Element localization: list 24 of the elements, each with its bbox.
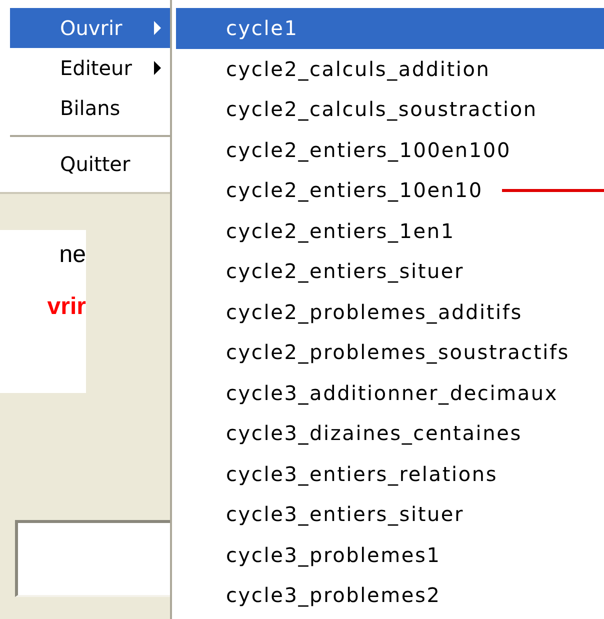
submenu-item[interactable]: cycle2_entiers_100en100 [176, 130, 604, 170]
submenu-item[interactable]: cycle2_problemes_additifs [176, 292, 604, 332]
submenu-item[interactable]: cycle3_problemes2 [176, 575, 604, 616]
input-field[interactable] [15, 520, 170, 597]
submenu-item[interactable]: cycle3_additionner_decimaux [176, 372, 604, 413]
panel-text: vrir [47, 292, 86, 322]
submenu-item[interactable]: cycle3_entiers_situer [176, 494, 604, 534]
submenu-item[interactable]: cycle3_dizaines_centaines [176, 413, 604, 454]
submenu-item[interactable]: cycle3_problemes1 [176, 534, 604, 575]
submenu-item[interactable]: cycle2_entiers_10en10 [176, 170, 604, 210]
submenu-item[interactable]: cycle1 [176, 8, 604, 48]
submenu-item[interactable]: cycle2_problemes_soustractifs [176, 332, 604, 372]
submenu-arrow-icon [153, 61, 162, 75]
panel-text: ne [59, 240, 86, 270]
submenu-item[interactable]: cycle3_entiers_relations [176, 454, 604, 494]
submenu-arrow-icon [153, 21, 162, 35]
submenu-item[interactable]: cycle2_calculs_soustraction [176, 89, 604, 130]
menu-item[interactable]: Quitter [10, 144, 170, 184]
submenu-item[interactable]: cycle2_calculs_addition [176, 48, 604, 89]
menu-item[interactable]: Ouvrir [10, 8, 170, 48]
submenu-item[interactable]: cycle2_entiers_1en1 [176, 210, 604, 251]
menu-item[interactable]: Bilans [10, 88, 170, 128]
menu-item[interactable]: Editeur [10, 48, 170, 88]
submenu-item[interactable]: cycle2_entiers_situer [176, 251, 604, 292]
